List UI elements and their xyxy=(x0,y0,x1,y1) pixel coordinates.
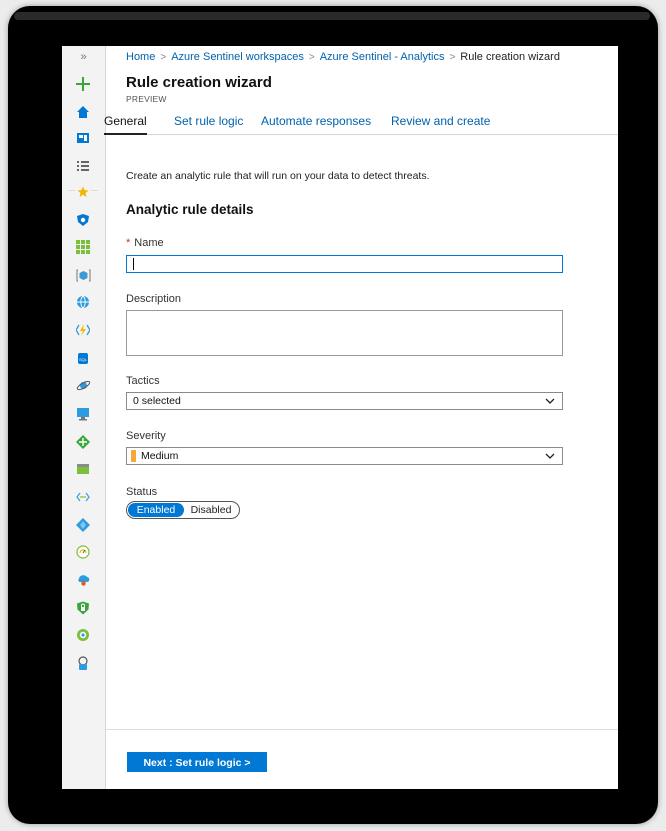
globe-icon[interactable] xyxy=(75,294,91,310)
breadcrumb-separator: > xyxy=(308,52,315,63)
device-frame-bezel xyxy=(14,12,650,20)
text-caret xyxy=(133,258,134,270)
dashboard-icon[interactable] xyxy=(75,130,91,146)
sidebar-expand-button[interactable]: » xyxy=(62,48,105,66)
breadcrumb-home[interactable]: Home xyxy=(126,51,155,63)
sentinel-shield-icon[interactable] xyxy=(75,212,91,228)
breadcrumb-current: Rule creation wizard xyxy=(460,51,560,63)
next-button[interactable]: Next : Set rule logic > xyxy=(127,752,267,772)
breadcrumb-sentinel-workspaces[interactable]: Azure Sentinel workspaces xyxy=(171,51,304,63)
preview-badge: PREVIEW xyxy=(126,94,167,104)
severity-value: Medium xyxy=(141,450,179,462)
main-content: Home > Azure Sentinel workspaces > Azure Sen… xyxy=(104,46,618,789)
portal-screen: » SQL Home > Azure Sentinel workspaces >… xyxy=(62,46,618,789)
chevron-down-icon xyxy=(545,398,555,404)
tab-set-rule-logic[interactable]: Set rule logic xyxy=(174,114,243,133)
severity-select[interactable]: Medium xyxy=(126,447,563,465)
intro-text: Create an analytic rule that will run on… xyxy=(126,170,430,182)
home-icon[interactable] xyxy=(75,104,91,120)
cost-management-icon[interactable] xyxy=(75,627,91,643)
advisor-icon[interactable] xyxy=(75,572,91,588)
breadcrumb-separator: > xyxy=(449,52,456,63)
chevron-down-icon xyxy=(545,453,555,459)
tactics-label: Tactics xyxy=(126,375,160,387)
description-field[interactable] xyxy=(126,310,563,356)
portal-sidebar: » SQL xyxy=(62,46,106,789)
tab-review-and-create[interactable]: Review and create xyxy=(391,114,490,133)
help-support-icon[interactable] xyxy=(75,655,91,671)
breadcrumb: Home > Azure Sentinel workspaces > Azure Sen… xyxy=(126,49,560,65)
virtual-machine-icon[interactable] xyxy=(75,406,91,422)
tab-automate-responses[interactable]: Automate responses xyxy=(261,114,371,133)
create-resource-icon[interactable] xyxy=(75,76,91,92)
all-services-icon[interactable] xyxy=(75,158,91,174)
monitor-icon[interactable] xyxy=(75,544,91,560)
cosmos-db-icon[interactable] xyxy=(75,377,91,393)
page-title: Rule creation wizard xyxy=(126,74,272,91)
function-app-icon[interactable] xyxy=(75,322,91,338)
status-enabled-option[interactable]: Enabled xyxy=(128,503,184,517)
description-label: Description xyxy=(126,293,182,305)
storage-account-icon[interactable] xyxy=(75,461,91,477)
wizard-tabs: General Set rule logic Automate response… xyxy=(104,108,618,135)
section-heading: Analytic rule details xyxy=(126,202,254,217)
breadcrumb-separator: > xyxy=(160,52,167,63)
svg-text:SQL: SQL xyxy=(79,357,88,362)
name-label: * Name xyxy=(126,237,164,249)
apps-grid-icon[interactable] xyxy=(75,239,91,255)
favorites-star-icon xyxy=(75,184,91,200)
footer-divider xyxy=(106,729,618,730)
severity-color-swatch xyxy=(131,450,136,462)
status-label: Status xyxy=(126,486,158,498)
load-balancer-icon[interactable] xyxy=(75,434,91,450)
tactics-select[interactable]: 0 selected xyxy=(126,392,563,410)
severity-label: Severity xyxy=(126,430,166,442)
name-label-text: Name xyxy=(134,237,164,249)
active-directory-icon[interactable] xyxy=(75,517,91,533)
status-toggle: Enabled Disabled xyxy=(126,501,240,519)
status-disabled-option[interactable]: Disabled xyxy=(185,503,237,517)
tactics-value: 0 selected xyxy=(133,395,181,407)
virtual-network-icon[interactable] xyxy=(75,489,91,505)
required-marker: * xyxy=(126,237,131,249)
security-center-icon[interactable] xyxy=(75,600,91,616)
tab-general[interactable]: General xyxy=(104,114,147,135)
breadcrumb-sentinel-analytics[interactable]: Azure Sentinel - Analytics xyxy=(320,51,445,63)
name-field[interactable] xyxy=(126,255,563,273)
sql-database-icon[interactable]: SQL xyxy=(75,350,91,366)
resource-groups-icon[interactable] xyxy=(75,267,91,283)
